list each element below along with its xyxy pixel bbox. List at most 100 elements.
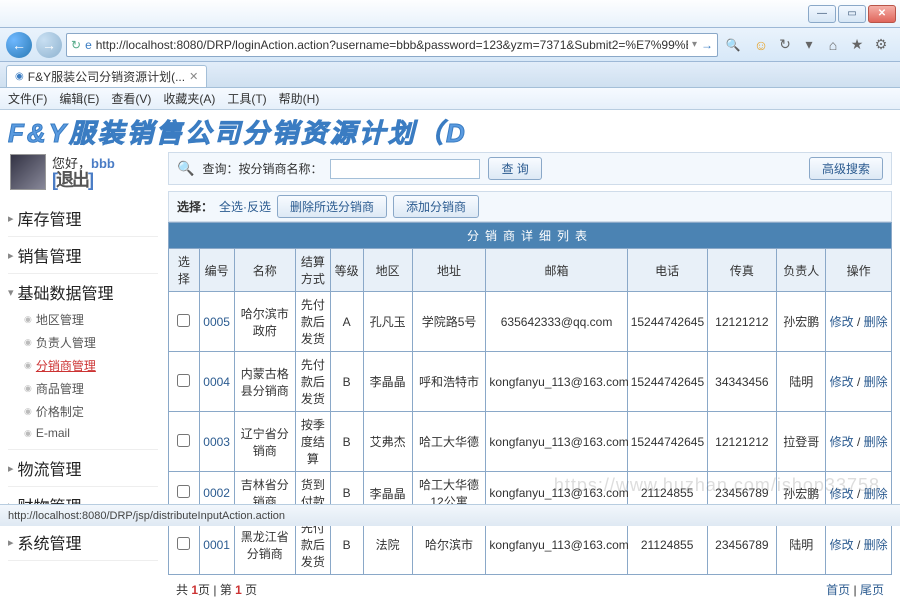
menu-favorites[interactable]: 收藏夹(A) xyxy=(163,90,215,107)
username-link[interactable]: bbb xyxy=(91,156,115,171)
sidebar: 您好，bbb 退出 ▸库存管理 ▸销售管理 ▾基础数据管理地区管理负责人管理分销商管… xyxy=(8,152,158,604)
page-icon: ◉ xyxy=(15,71,24,82)
pagination: 共 1页 | 第 1 页 首页 | 尾页 xyxy=(168,575,892,604)
delete-link[interactable]: 删除 xyxy=(864,315,888,329)
delete-link[interactable]: 删除 xyxy=(864,435,888,449)
column-header: 选择 xyxy=(169,249,200,292)
row-checkbox[interactable] xyxy=(177,434,190,447)
greeting: 您好， xyxy=(52,156,91,171)
reload-icon[interactable]: ↻ xyxy=(71,38,81,52)
nav-item[interactable]: ▾基础数据管理 xyxy=(8,280,158,304)
chevron-right-icon: ▾ xyxy=(8,286,14,299)
avatar xyxy=(10,154,46,190)
tab-close-icon[interactable]: ✕ xyxy=(189,70,198,83)
select-all-link[interactable]: 全选·反选 xyxy=(219,198,271,215)
close-button[interactable]: ✕ xyxy=(868,5,896,23)
logout-link[interactable]: 退出 xyxy=(52,172,115,188)
last-page-link[interactable]: 尾页 xyxy=(860,583,884,597)
table-row: 0004内蒙古格县分销商先付款后发货B李晶晶呼和浩特市kongfanyu_113… xyxy=(169,352,892,412)
action-bar: 选择： 全选·反选 删除所选分销商 添加分销商 xyxy=(168,191,892,222)
banner-title: F&Y服装销售公司分销资源计划（D xyxy=(8,116,468,146)
delete-link[interactable]: 删除 xyxy=(864,538,888,552)
row-checkbox[interactable] xyxy=(177,314,190,327)
nav-item[interactable]: ▸物流管理 xyxy=(8,456,158,480)
chevron-right-icon: ▸ xyxy=(8,212,14,225)
menu-edit[interactable]: 编辑(E) xyxy=(59,90,99,107)
column-header: 传真 xyxy=(707,249,777,292)
column-header: 结算方式 xyxy=(295,249,330,292)
maximize-button[interactable]: ▭ xyxy=(838,5,866,23)
nav-subitem[interactable]: 商品管理 xyxy=(8,377,158,400)
row-checkbox[interactable] xyxy=(177,537,190,550)
delete-link[interactable]: 删除 xyxy=(864,375,888,389)
edit-link[interactable]: 修改 xyxy=(830,487,854,501)
column-header: 名称 xyxy=(234,249,295,292)
delete-link[interactable]: 删除 xyxy=(864,487,888,501)
go-icon[interactable]: → xyxy=(701,38,713,52)
ie-logo-icon: e xyxy=(85,38,92,52)
total-pages: 1 xyxy=(191,583,198,597)
advanced-search-button[interactable]: 高级搜索 xyxy=(809,157,883,180)
edit-link[interactable]: 修改 xyxy=(830,538,854,552)
edit-link[interactable]: 修改 xyxy=(830,315,854,329)
row-checkbox[interactable] xyxy=(177,374,190,387)
home-icon[interactable]: ⌂ xyxy=(824,36,842,54)
stop-icon[interactable]: ▾ xyxy=(800,36,818,54)
smiley-icon[interactable]: ☺ xyxy=(752,36,770,54)
menu-help[interactable]: 帮助(H) xyxy=(279,90,320,107)
column-header: 操作 xyxy=(826,249,892,292)
tab-title: F&Y服装公司分销资源计划(... xyxy=(28,68,185,85)
column-header: 地区 xyxy=(363,249,412,292)
edit-link[interactable]: 修改 xyxy=(830,435,854,449)
search-button[interactable]: 查 询 xyxy=(488,157,541,180)
row-id-link[interactable]: 0005 xyxy=(203,315,230,329)
column-header: 编号 xyxy=(199,249,234,292)
nav-subitem[interactable]: E-mail xyxy=(8,423,158,443)
row-id-link[interactable]: 0001 xyxy=(203,538,230,552)
gear-icon[interactable]: ⚙ xyxy=(872,36,890,54)
nav-subitem[interactable]: 负责人管理 xyxy=(8,331,158,354)
minimize-button[interactable]: — xyxy=(808,5,836,23)
column-header: 地址 xyxy=(412,249,486,292)
nav-subitem[interactable]: 分销商管理 xyxy=(8,354,158,377)
column-header: 电话 xyxy=(627,249,707,292)
delete-selected-button[interactable]: 删除所选分销商 xyxy=(277,195,387,218)
column-header: 邮箱 xyxy=(486,249,627,292)
add-distributor-button[interactable]: 添加分销商 xyxy=(393,195,479,218)
menu-bar: 文件(F) 编辑(E) 查看(V) 收藏夹(A) 工具(T) 帮助(H) xyxy=(0,88,900,110)
site-banner: F&Y服装销售公司分销资源计划（D xyxy=(8,116,892,146)
nav-subitem[interactable]: 价格制定 xyxy=(8,400,158,423)
chevron-right-icon: ▸ xyxy=(8,249,14,262)
window-titlebar: — ▭ ✕ xyxy=(0,0,900,28)
forward-button[interactable]: → xyxy=(36,32,62,58)
menu-file[interactable]: 文件(F) xyxy=(8,90,47,107)
menu-tools[interactable]: 工具(T) xyxy=(227,90,266,107)
nav-item[interactable]: ▸库存管理 xyxy=(8,206,158,230)
star-icon[interactable]: ★ xyxy=(848,36,866,54)
nav-subitem[interactable]: 地区管理 xyxy=(8,308,158,331)
row-id-link[interactable]: 0004 xyxy=(203,375,230,389)
menu-view[interactable]: 查看(V) xyxy=(111,90,151,107)
nav-item[interactable]: ▸系统管理 xyxy=(8,530,158,554)
url-input[interactable] xyxy=(96,38,688,52)
table-caption: 分销商详细列表 xyxy=(169,223,892,249)
row-checkbox[interactable] xyxy=(177,485,190,498)
current-page: 1 xyxy=(235,583,242,597)
user-panel: 您好，bbb 退出 xyxy=(8,152,158,192)
browser-tab[interactable]: ◉ F&Y服装公司分销资源计划(... ✕ xyxy=(6,65,207,87)
back-button[interactable]: ← xyxy=(6,32,32,58)
nav-item[interactable]: ▸销售管理 xyxy=(8,243,158,267)
dropdown-icon[interactable]: ▾ xyxy=(692,39,697,50)
row-id-link[interactable]: 0002 xyxy=(203,486,230,500)
search-input[interactable] xyxy=(330,159,480,179)
toolbar-icons: ☺ ↻ ▾ ⌂ ★ ⚙ xyxy=(748,36,894,54)
column-header: 负责人 xyxy=(777,249,826,292)
first-page-link[interactable]: 首页 xyxy=(826,583,850,597)
edit-link[interactable]: 修改 xyxy=(830,375,854,389)
row-id-link[interactable]: 0003 xyxy=(203,435,230,449)
column-header: 等级 xyxy=(330,249,363,292)
refresh-alt-icon[interactable]: ↻ xyxy=(776,36,794,54)
chevron-right-icon: ▸ xyxy=(8,462,14,475)
search-icon[interactable]: 🔍 xyxy=(722,38,744,52)
address-bar[interactable]: ↻ e ▾ → xyxy=(66,33,718,57)
